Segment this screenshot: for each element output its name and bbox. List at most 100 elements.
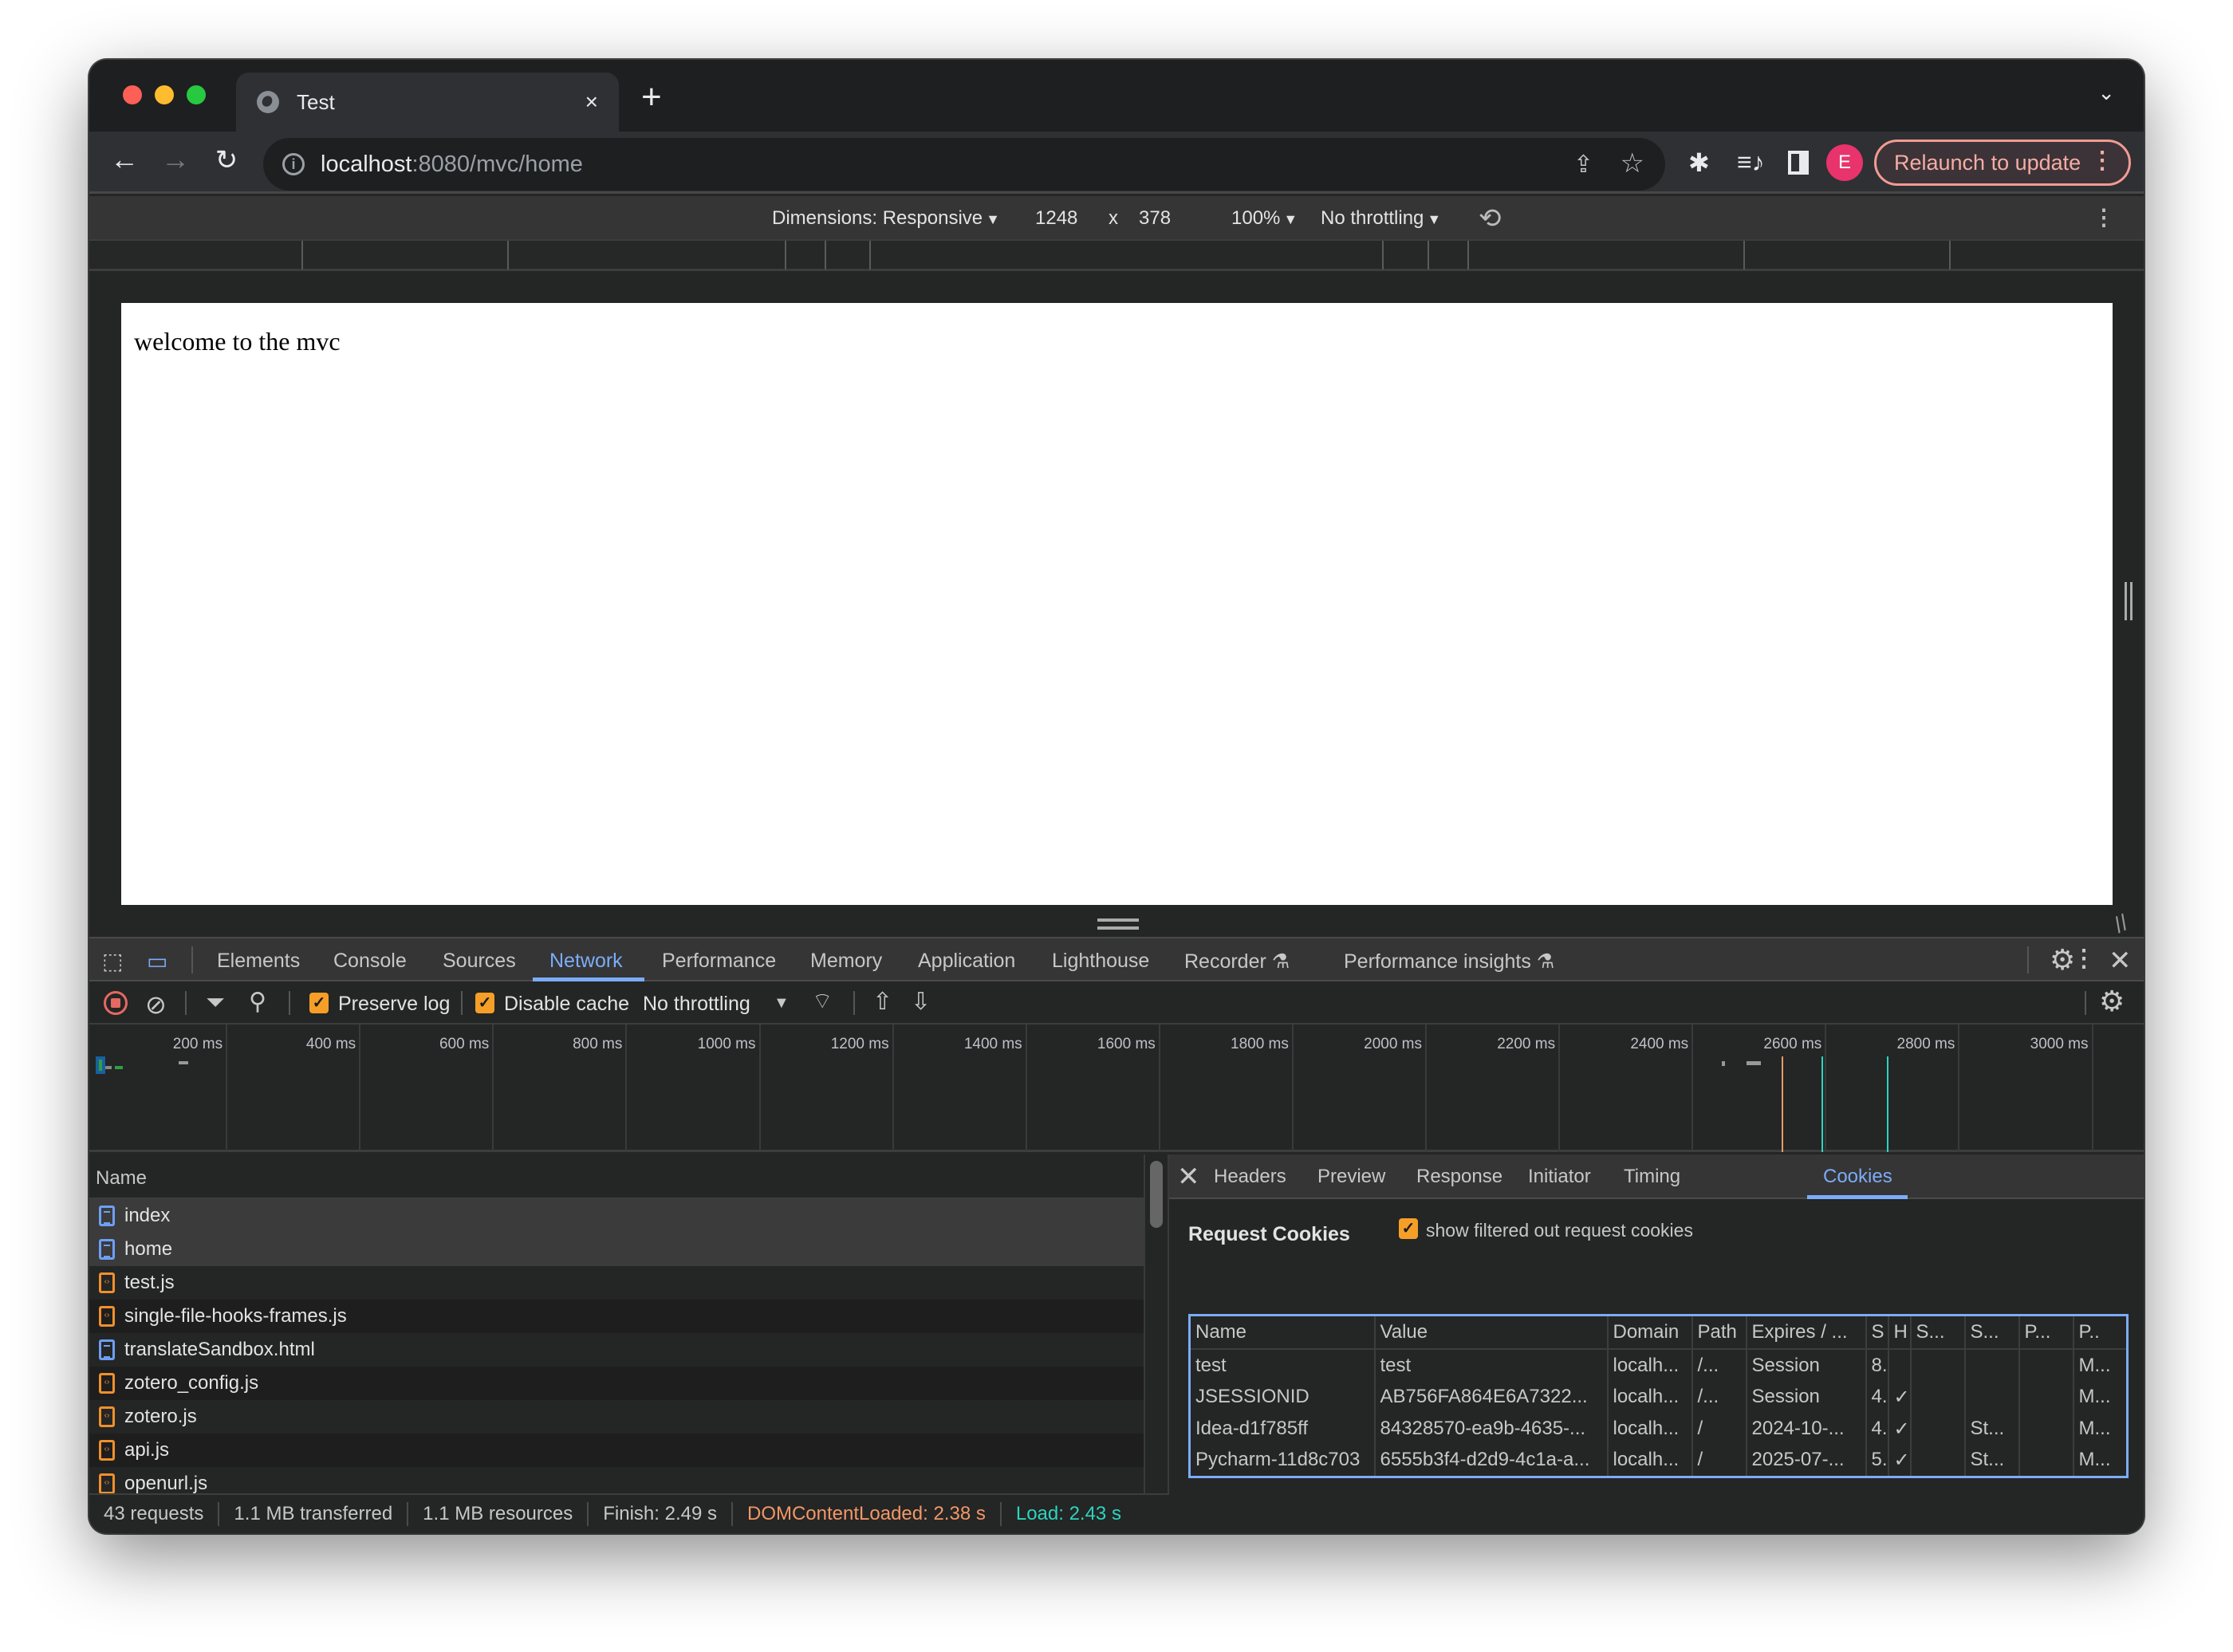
height-input[interactable]: 378 [1139,207,1171,230]
minimize-window-button[interactable] [155,85,174,104]
tab-elements[interactable]: Elements [217,950,300,973]
name-column-header[interactable]: Name [89,1154,1144,1199]
import-har-icon[interactable]: ⇧ [872,988,892,1016]
close-window-button[interactable] [123,85,142,104]
devtools-more-icon[interactable]: ⋮ [2072,945,2096,973]
caret-down-icon[interactable]: ▼ [774,994,790,1013]
width-input[interactable]: 1248 [1035,207,1077,230]
browser-tab[interactable]: Test × [236,73,619,132]
tab-timing[interactable]: Timing [1624,1166,1680,1188]
device-toggle-icon[interactable]: ▭ [147,948,167,974]
page-viewport[interactable]: welcome to the mvc [121,303,2113,905]
cookie-column-header[interactable]: Path [1691,1315,1747,1350]
media-queue-icon[interactable]: ≡♪ [1737,148,1765,177]
tab-search-chevron-icon[interactable]: ⌄ [2097,81,2115,105]
export-har-icon[interactable]: ⇩ [911,988,931,1016]
viewport-width-resize-handle[interactable] [2125,582,2133,620]
cookie-row[interactable]: Pycharm-11d8c703 6555b3f4-d2d9-4c1a-a... l… [1189,1445,2129,1477]
kebab-menu-icon[interactable]: ⋮ [2090,147,2114,175]
request-row[interactable]: ‹› single-file-hooks-frames.js [89,1300,1144,1333]
side-panel-icon[interactable] [1788,151,1809,175]
tab-sources[interactable]: Sources [443,950,516,973]
back-arrow-icon[interactable]: ← [107,143,142,176]
media-query-ruler[interactable] [89,239,2144,271]
tab-console[interactable]: Console [333,950,407,973]
network-status-bar: 43 requests 1.1 MB transferred 1.1 MB re… [89,1493,1169,1533]
site-info-icon[interactable]: i [282,153,305,175]
script-file-icon: ‹› [99,1373,115,1394]
devtools-close-icon[interactable]: ✕ [2109,945,2132,977]
zoom-select[interactable]: 100% ▼ [1231,207,1298,230]
device-more-icon[interactable]: ⋮ [2093,204,2115,230]
clear-icon[interactable]: ⊘ [145,989,167,1020]
forward-arrow-icon[interactable]: → [158,143,193,176]
tab-cookies[interactable]: Cookies [1823,1166,1892,1188]
tab-initiator[interactable]: Initiator [1528,1166,1591,1188]
preserve-log-checkbox[interactable]: ✓ [309,993,329,1013]
extensions-puzzle-icon[interactable]: ✱ [1688,148,1710,178]
request-row[interactable]: ‹› zotero_config.js [89,1367,1144,1400]
cookie-column-header[interactable]: Name [1189,1315,1376,1350]
show-filtered-cookies-checkbox[interactable]: ✓ [1399,1218,1418,1239]
inspect-element-icon[interactable]: ⬚ [102,948,123,974]
tab-application[interactable]: Application [918,950,1015,973]
request-row[interactable]: translateSandbox.html [89,1333,1144,1367]
tab-response[interactable]: Response [1416,1166,1502,1188]
cookie-column-header[interactable]: P... [2018,1315,2074,1350]
request-row[interactable]: ‹› zotero.js [89,1400,1144,1434]
resources-size: 1.1 MB resources [408,1502,589,1526]
request-row[interactable]: ‹› test.js [89,1266,1144,1300]
url-path: :8080/mvc/home [412,151,583,177]
device-toolbar: Dimensions: Responsive ▼ 1248 x 378 100% ▼… [89,196,2144,239]
bookmark-star-icon[interactable]: ☆ [1621,148,1644,179]
request-row[interactable]: index [89,1199,1144,1233]
network-settings-gear-icon[interactable]: ⚙ [2099,985,2125,1018]
close-detail-icon[interactable]: ✕ [1177,1161,1200,1193]
profile-avatar[interactable]: E [1826,144,1863,181]
tab-performance-insights[interactable]: Performance insights ⚗ [1344,950,1554,974]
request-row[interactable]: ‹› api.js [89,1434,1144,1467]
request-row[interactable]: home [89,1233,1144,1266]
address-bar[interactable]: i localhost:8080/mvc/home ⇪ ☆ [263,138,1665,191]
cookie-column-header[interactable]: Domain [1607,1315,1693,1350]
network-overview-timeline[interactable]: 200 ms 400 ms 600 ms 800 ms 1000 ms 1200 ms 14… [89,1025,2144,1152]
request-list-scroll-thumb[interactable] [1150,1161,1163,1228]
tab-recorder[interactable]: Recorder ⚗ [1184,950,1290,974]
maximize-window-button[interactable] [187,85,206,104]
network-throttling-select[interactable]: No throttling [643,993,750,1016]
cookie-row[interactable]: Idea-d1f785ff 84328570-ea9b-4635-... local… [1189,1413,2129,1445]
tab-headers[interactable]: Headers [1214,1166,1286,1188]
record-stop-icon[interactable] [104,991,128,1015]
cookie-column-header[interactable]: S... [1964,1315,2020,1350]
reload-icon[interactable]: ↻ [209,144,244,176]
cookie-column-header[interactable]: S... [1910,1315,1966,1350]
filter-icon[interactable]: ⏷ [206,989,225,1017]
share-icon[interactable]: ⇪ [1573,151,1593,179]
request-count: 43 requests [89,1502,220,1526]
tab-lighthouse[interactable]: Lighthouse [1052,950,1149,973]
cookie-cell: localh... [1607,1349,1693,1381]
disable-cache-checkbox[interactable]: ✓ [475,993,494,1013]
script-file-icon: ‹› [99,1406,115,1427]
viewport-height-resize-handle[interactable] [1097,918,1139,930]
device-throttling-select[interactable]: No throttling ▼ [1321,207,1441,230]
tab-memory[interactable]: Memory [810,950,882,973]
close-tab-icon[interactable]: × [585,89,598,115]
cookie-column-header[interactable]: Expires / ... [1746,1315,1867,1350]
tab-preview[interactable]: Preview [1317,1166,1385,1188]
relaunch-to-update-button[interactable]: Relaunch to update ⋮ [1874,140,2131,186]
cookie-column-header[interactable]: Value [1374,1315,1609,1350]
cookie-row[interactable]: test test localh.../... Session 8. M... [1189,1349,2129,1381]
tab-network[interactable]: Network [549,950,623,973]
rotate-icon[interactable]: ⟲ [1479,203,1502,234]
cookie-row[interactable]: JSESSIONID AB756FA864E6A7322... localh... /… [1189,1381,2129,1413]
cookie-column-header[interactable]: H [1888,1315,1912,1350]
new-tab-button[interactable]: + [641,77,662,117]
network-conditions-icon[interactable]: ⌔ [812,988,833,1016]
dimensions-select[interactable]: Dimensions: Responsive ▼ [772,207,1000,230]
cookie-column-header[interactable]: P.. [2073,1315,2129,1350]
cookie-column-header[interactable]: S [1865,1315,1889,1350]
tab-performance[interactable]: Performance [662,950,776,973]
search-icon[interactable]: ⚲ [249,988,266,1016]
finish-time: Finish: 2.49 s [589,1502,733,1526]
